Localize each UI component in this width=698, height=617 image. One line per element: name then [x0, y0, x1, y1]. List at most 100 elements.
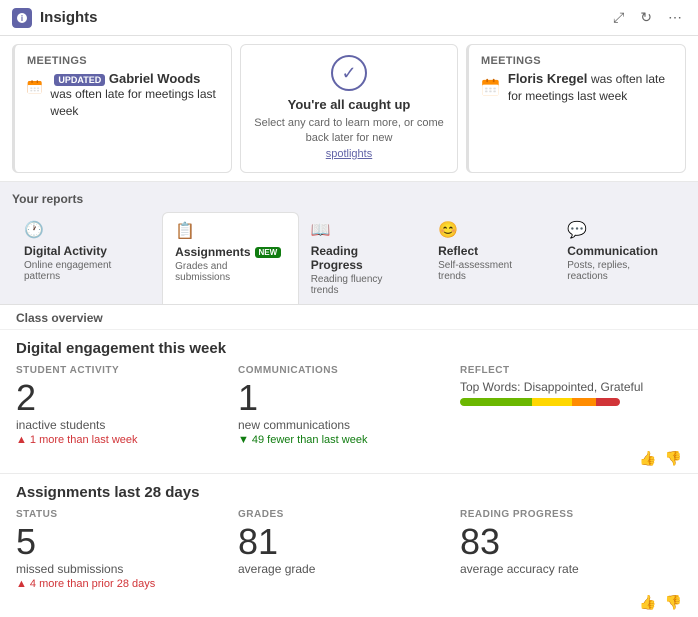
spotlight-card-center: ✓ You're all caught up Select any card t…	[240, 44, 458, 173]
card1-header: Meetings	[27, 55, 219, 67]
student-activity-desc: inactive students	[16, 418, 222, 432]
grades-metric: GRADES 81 average grade	[238, 509, 460, 590]
tab-communication-sub: Posts, replies, reactions	[567, 260, 670, 282]
sentiment-orange	[572, 398, 596, 406]
refresh-button[interactable]: ↻	[636, 7, 656, 28]
smile-icon: 😊	[438, 220, 458, 240]
reading-progress-value: 83	[460, 524, 666, 560]
triangle-down-icon: ▼	[238, 434, 249, 446]
student-activity-label: STUDENT ACTIVITY	[16, 365, 222, 376]
sentiment-red	[596, 398, 620, 406]
communications-label: COMMUNICATIONS	[238, 365, 444, 376]
reading-progress-label: READING PROGRESS	[460, 509, 666, 520]
updated-badge: UPDATED	[54, 74, 105, 86]
tab-reading-label: Reading Progress	[311, 244, 410, 272]
grades-desc: average grade	[238, 562, 444, 576]
triangle-up-icon-2: ▲	[16, 578, 27, 590]
card3-text: Floris Kregel was often late for meeting…	[508, 71, 673, 105]
caught-up-sub: Select any card to learn more, or come b…	[253, 116, 445, 162]
tab-assignments-label: Assignments NEW	[175, 245, 281, 259]
tab-communication[interactable]: 💬 Communication Posts, replies, reaction…	[555, 212, 686, 304]
spotlight-cards: Meetings	[12, 44, 686, 173]
communications-change: ▼ 49 fewer than last week	[238, 434, 444, 446]
book-icon: 📖	[311, 220, 331, 240]
card1-content: UPDATED Gabriel Woods was often late for…	[27, 71, 219, 120]
card3-content: Floris Kregel was often late for meeting…	[481, 71, 673, 105]
status-change: ▲ 4 more than prior 28 days	[16, 578, 222, 590]
overview-section: Class overview Digital engagement this w…	[0, 304, 698, 617]
clipboard-icon: 📋	[175, 221, 195, 241]
thumbdown-button[interactable]: 👎	[665, 450, 682, 467]
assignments-footer: 👍 👎	[16, 590, 682, 611]
chat-icon: 💬	[567, 220, 587, 240]
card1-desc: was often late for meetings last week	[50, 87, 215, 118]
tab-digital-label: Digital Activity	[24, 244, 107, 258]
tab-communication-label: Communication	[567, 244, 658, 258]
caught-up-title: You're all caught up	[288, 97, 411, 112]
assignments-metrics-row: STATUS 5 missed submissions ▲ 4 more tha…	[16, 509, 682, 590]
assignments-title: Assignments last 28 days	[16, 484, 682, 501]
communications-metric: COMMUNICATIONS 1 new communications ▼ 49…	[238, 365, 460, 446]
tab-assignments[interactable]: 📋 Assignments NEW Grades and submissions	[162, 212, 299, 304]
tab-reflect-sub: Self-assessment trends	[438, 260, 539, 282]
digital-footer: 👍 👎	[16, 446, 682, 467]
sentiment-yellow	[532, 398, 572, 406]
clock-icon: 🕐	[24, 220, 44, 240]
overview-label: Class overview	[0, 305, 698, 330]
tab-digital-sub: Online engagement patterns	[24, 260, 146, 282]
tab-reflect[interactable]: 😊 Reflect Self-assessment trends	[426, 212, 555, 304]
tab-assignments-sub: Grades and submissions	[175, 261, 282, 283]
tab-digital[interactable]: 🕐 Digital Activity Online engagement pat…	[12, 212, 162, 304]
tab-reading[interactable]: 📖 Reading Progress Reading fluency trend…	[299, 212, 426, 304]
communications-value: 1	[238, 380, 444, 416]
more-button[interactable]: ⋯	[664, 7, 686, 28]
header-actions: ⤢ ↻ ⋯	[609, 7, 686, 28]
reports-label: Your reports	[12, 188, 686, 212]
student-activity-value: 2	[16, 380, 222, 416]
status-metric: STATUS 5 missed submissions ▲ 4 more tha…	[16, 509, 238, 590]
reflect-desc: Top Words: Disappointed, Grateful	[460, 380, 666, 394]
thumbup-button-2[interactable]: 👍	[639, 594, 656, 611]
svg-text:i: i	[21, 14, 23, 23]
spotlight-card-1[interactable]: Meetings	[12, 44, 232, 173]
spotlight-section: Meetings	[0, 36, 698, 182]
thumbdown-button-2[interactable]: 👎	[665, 594, 682, 611]
assignments-block: Assignments last 28 days STATUS 5 missed…	[0, 474, 698, 617]
card3-person: Floris Kregel	[508, 71, 587, 86]
reading-progress-metric: READING PROGRESS 83 average accuracy rat…	[460, 509, 682, 590]
digital-metrics-row: STUDENT ACTIVITY 2 inactive students ▲ 1…	[16, 365, 682, 446]
triangle-up-icon: ▲	[16, 434, 27, 446]
sentiment-green	[460, 398, 532, 406]
reports-section: Your reports 🕐 Digital Activity Online e…	[0, 182, 698, 304]
grades-label: GRADES	[238, 509, 444, 520]
reflect-label: REFLECT	[460, 365, 666, 376]
header-left: i Insights	[12, 8, 98, 28]
communications-desc: new communications	[238, 418, 444, 432]
status-desc: missed submissions	[16, 562, 222, 576]
card3-header: Meetings	[481, 55, 673, 67]
page-title: Insights	[40, 9, 98, 26]
app-icon: i	[12, 8, 32, 28]
grades-value: 81	[238, 524, 444, 560]
new-badge: NEW	[255, 247, 282, 258]
spotlights-link[interactable]: spotlights	[326, 148, 372, 160]
calendar-icon-1	[27, 71, 42, 103]
status-label: STATUS	[16, 509, 222, 520]
digital-title: Digital engagement this week	[16, 340, 682, 357]
app-header: i Insights ⤢ ↻ ⋯	[0, 0, 698, 36]
tab-reading-sub: Reading fluency trends	[311, 274, 410, 296]
tab-reflect-label: Reflect	[438, 244, 478, 258]
sentiment-bar	[460, 398, 620, 406]
calendar-icon-3	[481, 71, 500, 103]
digital-engagement-block: Digital engagement this week STUDENT ACT…	[0, 330, 698, 474]
thumbup-button[interactable]: 👍	[639, 450, 656, 467]
card1-person: Gabriel Woods	[109, 71, 201, 86]
reflect-metric: REFLECT Top Words: Disappointed, Gratefu…	[460, 365, 682, 446]
student-activity-metric: STUDENT ACTIVITY 2 inactive students ▲ 1…	[16, 365, 238, 446]
student-activity-change: ▲ 1 more than last week	[16, 434, 222, 446]
spotlight-card-3[interactable]: Meetings Floris Kregel was often lat	[466, 44, 686, 173]
expand-button[interactable]: ⤢	[609, 7, 628, 28]
card1-text: UPDATED Gabriel Woods was often late for…	[50, 71, 219, 120]
status-value: 5	[16, 524, 222, 560]
check-circle-icon: ✓	[331, 55, 367, 91]
